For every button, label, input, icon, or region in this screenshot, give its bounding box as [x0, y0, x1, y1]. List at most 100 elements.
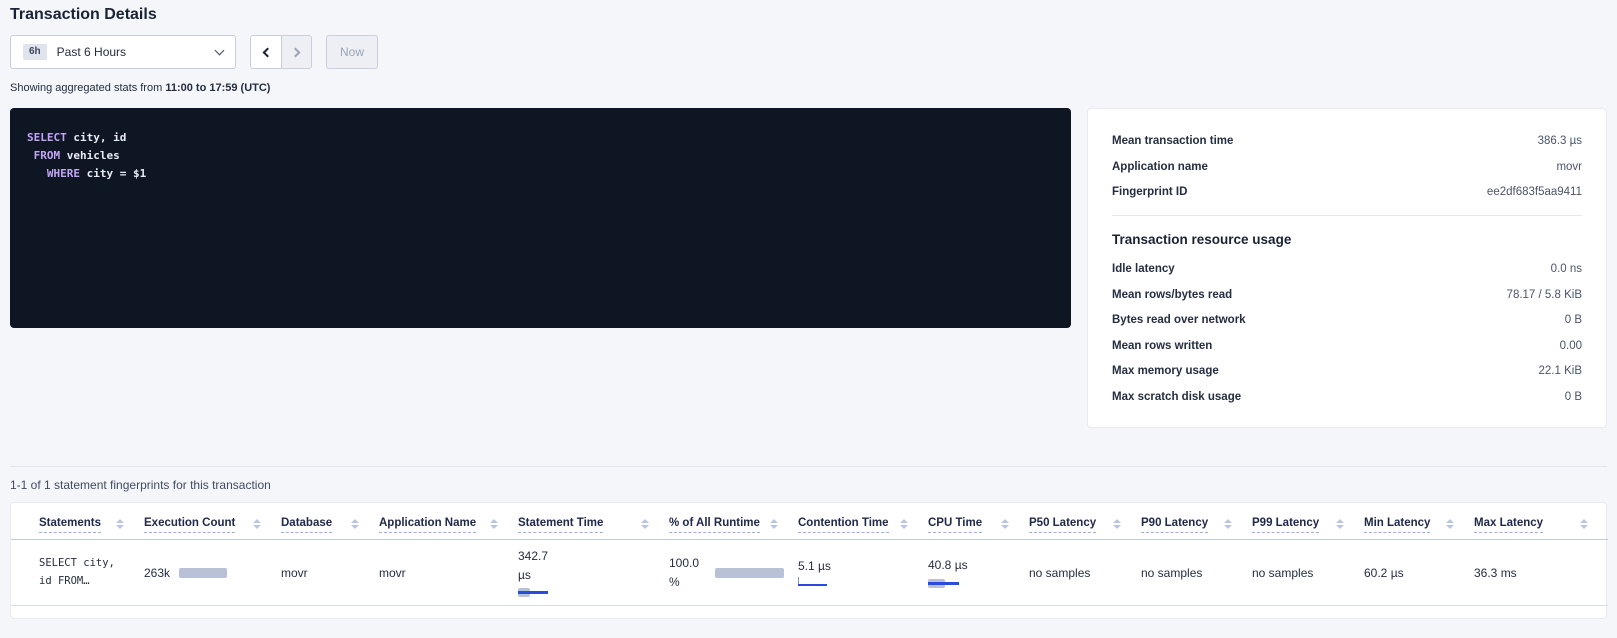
resource-row-max-scratch-disk-usage: Max scratch disk usage 0 B: [1112, 391, 1582, 403]
summary-value: ee2df683f5aa9411: [1487, 186, 1582, 198]
contention-time-value: 5.1 µs: [798, 559, 914, 573]
statements-table: Statements Execution Count Database Appl…: [11, 503, 1608, 606]
sort-icon[interactable]: [116, 517, 124, 529]
section-divider: [10, 466, 1607, 467]
sort-icon[interactable]: [641, 517, 649, 529]
column-header-pct-of-all-runtime[interactable]: % of All Runtime: [669, 503, 798, 540]
chevron-down-icon: [215, 45, 225, 55]
next-time-button[interactable]: [281, 36, 311, 68]
summary-row-mean-transaction-time: Mean transaction time 386.3 µs: [1112, 135, 1582, 147]
resource-value: 22.1 KiB: [1539, 365, 1582, 377]
time-range-dropdown[interactable]: 6h Past 6 Hours: [10, 35, 236, 69]
min-latency-value: 60.2 µs: [1364, 566, 1474, 580]
resource-value: 0 B: [1565, 314, 1582, 326]
statement-link[interactable]: SELECT city, id FROM…: [39, 557, 115, 586]
sort-icon[interactable]: [1113, 517, 1121, 529]
max-latency-value: 36.3 ms: [1474, 566, 1608, 580]
sql-keyword: FROM: [34, 149, 61, 162]
transaction-summary-card: Mean transaction time 386.3 µs Applicati…: [1087, 108, 1607, 428]
statement-time-bar: [518, 588, 550, 598]
contention-time-bar: [798, 577, 828, 587]
resource-value: 0.0 ns: [1551, 263, 1582, 275]
column-header-application-name[interactable]: Application Name: [379, 503, 518, 540]
p90-latency-value: no samples: [1141, 566, 1252, 580]
summary-divider: [1112, 215, 1582, 216]
execution-count-value: 263k: [144, 566, 170, 580]
stats-period-range: 11:00 to 17:59 (UTC): [165, 82, 270, 94]
chevron-left-icon: [263, 47, 273, 57]
resource-row-idle-latency: Idle latency 0.0 ns: [1112, 263, 1582, 275]
statement-time-value: 342.7 µs: [518, 547, 560, 584]
sql-text: city, id: [67, 131, 127, 144]
sql-text: city = $1: [80, 167, 146, 180]
execution-count-bar: [179, 568, 227, 578]
sort-icon[interactable]: [1580, 517, 1588, 529]
resource-row-mean-rows-written: Mean rows written 0.00: [1112, 340, 1582, 352]
column-header-min-latency[interactable]: Min Latency: [1364, 503, 1474, 540]
statement-row: SELECT city, id FROM… 263k movr movr 342…: [11, 540, 1608, 606]
resource-row-mean-rows-bytes-read: Mean rows/bytes read 78.17 / 5.8 KiB: [1112, 289, 1582, 301]
sort-icon[interactable]: [253, 517, 261, 529]
statement-fingerprint-count: 1-1 of 1 statement fingerprints for this…: [10, 478, 1607, 492]
summary-label: Mean transaction time: [1112, 135, 1233, 147]
resource-row-bytes-read-over-network: Bytes read over network 0 B: [1112, 314, 1582, 326]
sort-icon[interactable]: [1001, 517, 1009, 529]
summary-value: 386.3 µs: [1538, 135, 1582, 147]
cpu-time-value: 40.8 µs: [928, 556, 970, 575]
time-range-badge: 6h: [23, 44, 47, 60]
resource-value: 0.00: [1560, 340, 1582, 352]
time-toolbar: 6h Past 6 Hours Now: [10, 35, 1607, 69]
sql-statement-text: SELECT city, id FROM vehicles WHERE city…: [27, 129, 1071, 182]
prev-time-button[interactable]: [251, 36, 281, 68]
resource-label: Idle latency: [1112, 263, 1175, 275]
column-header-max-latency[interactable]: Max Latency: [1474, 503, 1608, 540]
pct-runtime-bar: [715, 568, 784, 578]
sort-icon[interactable]: [1446, 517, 1454, 529]
column-header-p50-latency[interactable]: P50 Latency: [1029, 503, 1141, 540]
stats-period-prefix: Showing aggregated stats from: [10, 82, 162, 94]
column-header-statement-time[interactable]: Statement Time: [518, 503, 669, 540]
summary-row-fingerprint-id: Fingerprint ID ee2df683f5aa9411: [1112, 186, 1582, 198]
sql-keyword: SELECT: [27, 131, 67, 144]
column-header-execution-count[interactable]: Execution Count: [144, 503, 281, 540]
pct-runtime-value: 100.0 %: [669, 554, 706, 591]
transaction-details-page: Transaction Details 6h Past 6 Hours Now …: [0, 0, 1617, 619]
time-step-buttons: [250, 35, 312, 69]
resource-label: Bytes read over network: [1112, 314, 1246, 326]
sql-indent: [27, 167, 47, 180]
sql-text: vehicles: [60, 149, 120, 162]
sql-keyword: WHERE: [47, 167, 80, 180]
resource-usage-heading: Transaction resource usage: [1112, 232, 1582, 247]
column-header-contention-time[interactable]: Contention Time: [798, 503, 928, 540]
column-header-p99-latency[interactable]: P99 Latency: [1252, 503, 1364, 540]
sort-icon[interactable]: [490, 517, 498, 529]
p99-latency-value: no samples: [1252, 566, 1364, 580]
database-value: movr: [281, 566, 379, 580]
column-header-database[interactable]: Database: [281, 503, 379, 540]
sort-icon[interactable]: [1224, 517, 1232, 529]
sql-statement-box: SELECT city, id FROM vehicles WHERE city…: [10, 108, 1071, 328]
sort-icon[interactable]: [351, 517, 359, 529]
now-button[interactable]: Now: [326, 35, 378, 69]
resource-label: Max memory usage: [1112, 365, 1219, 377]
resource-label: Max scratch disk usage: [1112, 391, 1241, 403]
application-name-value: movr: [379, 566, 518, 580]
aggregated-stats-period: Showing aggregated stats from 11:00 to 1…: [10, 82, 1607, 94]
transaction-overview: SELECT city, id FROM vehicles WHERE city…: [10, 108, 1607, 428]
summary-row-application-name: Application name movr: [1112, 161, 1582, 173]
column-header-cpu-time[interactable]: CPU Time: [928, 503, 1029, 540]
sort-icon[interactable]: [770, 517, 778, 529]
summary-label: Fingerprint ID: [1112, 186, 1187, 198]
sort-icon[interactable]: [1336, 517, 1344, 529]
resource-label: Mean rows written: [1112, 340, 1212, 352]
summary-value: movr: [1556, 161, 1582, 173]
page-title: Transaction Details: [10, 6, 1607, 24]
sort-icon[interactable]: [900, 517, 908, 529]
resource-value: 0 B: [1565, 391, 1582, 403]
chevron-right-icon: [290, 47, 300, 57]
sql-indent: [27, 149, 34, 162]
p50-latency-value: no samples: [1029, 566, 1141, 580]
column-header-statements[interactable]: Statements: [11, 503, 144, 540]
column-header-p90-latency[interactable]: P90 Latency: [1141, 503, 1252, 540]
time-range-label: Past 6 Hours: [57, 45, 206, 59]
